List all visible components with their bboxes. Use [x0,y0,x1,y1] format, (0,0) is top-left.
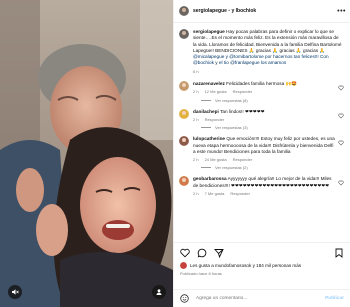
comment-input[interactable] [194,295,326,302]
comment-username[interactable]: geobarbarossa [193,176,227,181]
post-caption: sergiolapegue Hay pocas palabras para de… [174,23,350,75]
commenter-avatar[interactable] [179,81,189,92]
photo-illustration [0,0,173,307]
comment-likes[interactable]: 24 Me gusta [205,157,227,163]
comment-text: Tan lindos!! ❤❤❤❤❤ [220,108,265,114]
author-line: sergiolapegue • y lbochiok [193,8,256,14]
like-comment-heart-icon[interactable] [338,113,344,119]
view-replies[interactable]: Ver respuestas (3) [174,123,350,130]
comment-item: danilachepi Tan lindos!! ❤❤❤❤❤ 2 h Respo… [174,103,350,124]
comment-time: 2 h [193,157,199,163]
post-footer: Les gusta a mundofamososok y 184 mil per… [174,242,350,307]
post-header: sergiolapegue • y lbochiok ••• [174,0,350,23]
view-replies[interactable]: Ver respuestas (8) [174,96,350,103]
save-bookmark-icon[interactable] [334,248,344,258]
like-comment-heart-icon[interactable] [338,140,344,146]
likes-text[interactable]: Les gusta a mundofamososok y 184 mil per… [190,263,301,268]
author-username[interactable]: sergiolapegue [193,8,227,14]
author-avatar[interactable] [179,6,189,16]
comment-likes[interactable]: 12 Me gusta [205,89,227,95]
likes-summary[interactable]: Les gusta a mundofamososok y 184 mil per… [174,258,350,269]
view-replies[interactable]: Ver respuestas (2) [174,163,350,170]
commenter-avatar[interactable] [179,176,189,187]
action-bar [174,243,350,258]
like-heart-icon[interactable] [180,248,190,258]
comment-time: 2 h [193,89,199,95]
tags-button[interactable] [152,285,166,299]
comment-time: 2 h [193,191,199,197]
reply-button[interactable]: Responder [205,117,225,123]
comments-panel: sergiolapegue • y lbochiok ••• sergiolap… [173,0,350,307]
share-paper-plane-icon[interactable] [214,248,224,258]
emoji-smiley-icon[interactable] [180,294,189,303]
comment-bubble-icon[interactable] [197,248,207,258]
author-separator: • [228,8,231,14]
comment-item: geobarbarossa Ayyyyyyy qué alegría!! Lo … [174,170,350,197]
comment-item: lulopcatherine Que emoción!!!! Estoy muy… [174,130,350,163]
comment-text: Felicidades familia hermosa 🙌🤩 [226,81,298,87]
reply-button[interactable]: Responder [233,89,253,95]
post-photo[interactable] [0,0,173,307]
comment-likes[interactable]: 7 Me gusta [205,191,225,197]
muted-speaker-icon [12,289,19,295]
mute-button[interactable] [8,285,22,299]
like-comment-heart-icon[interactable] [338,180,344,186]
like-comment-heart-icon[interactable] [338,85,344,91]
comment-username[interactable]: lulopcatherine [193,136,225,141]
commenter-avatar[interactable] [179,136,189,147]
instagram-post-view: sergiolapegue • y lbochiok ••• sergiolap… [0,0,350,307]
add-comment-bar: Publicar [174,289,350,307]
liker-avatar [180,262,187,269]
caption-username[interactable]: sergiolapegue [193,29,225,34]
comment-time: 2 h [193,116,199,122]
comment-item: nazarenavelez Felicidades familia hermos… [174,75,350,96]
coauthor-username[interactable]: y lbochiok [231,8,256,14]
caption-avatar[interactable] [179,29,189,39]
reply-button[interactable]: Responder [233,157,253,163]
user-tag-icon [156,289,162,295]
caption-mentions[interactable]: @micalapegue y @tomibartolome por hacern… [193,54,329,65]
more-options-icon[interactable]: ••• [337,8,346,15]
commenter-avatar[interactable] [179,108,189,119]
post-comment-button[interactable]: Publicar [325,296,344,301]
post-date: Publicado hace 6 horas [180,271,222,276]
comment-username[interactable]: danilachepi [193,109,219,114]
comment-username[interactable]: nazarenavelez [193,81,225,86]
reply-button[interactable]: Responder [230,191,250,197]
comments-list[interactable]: sergiolapegue Hay pocas palabras para de… [174,23,350,243]
